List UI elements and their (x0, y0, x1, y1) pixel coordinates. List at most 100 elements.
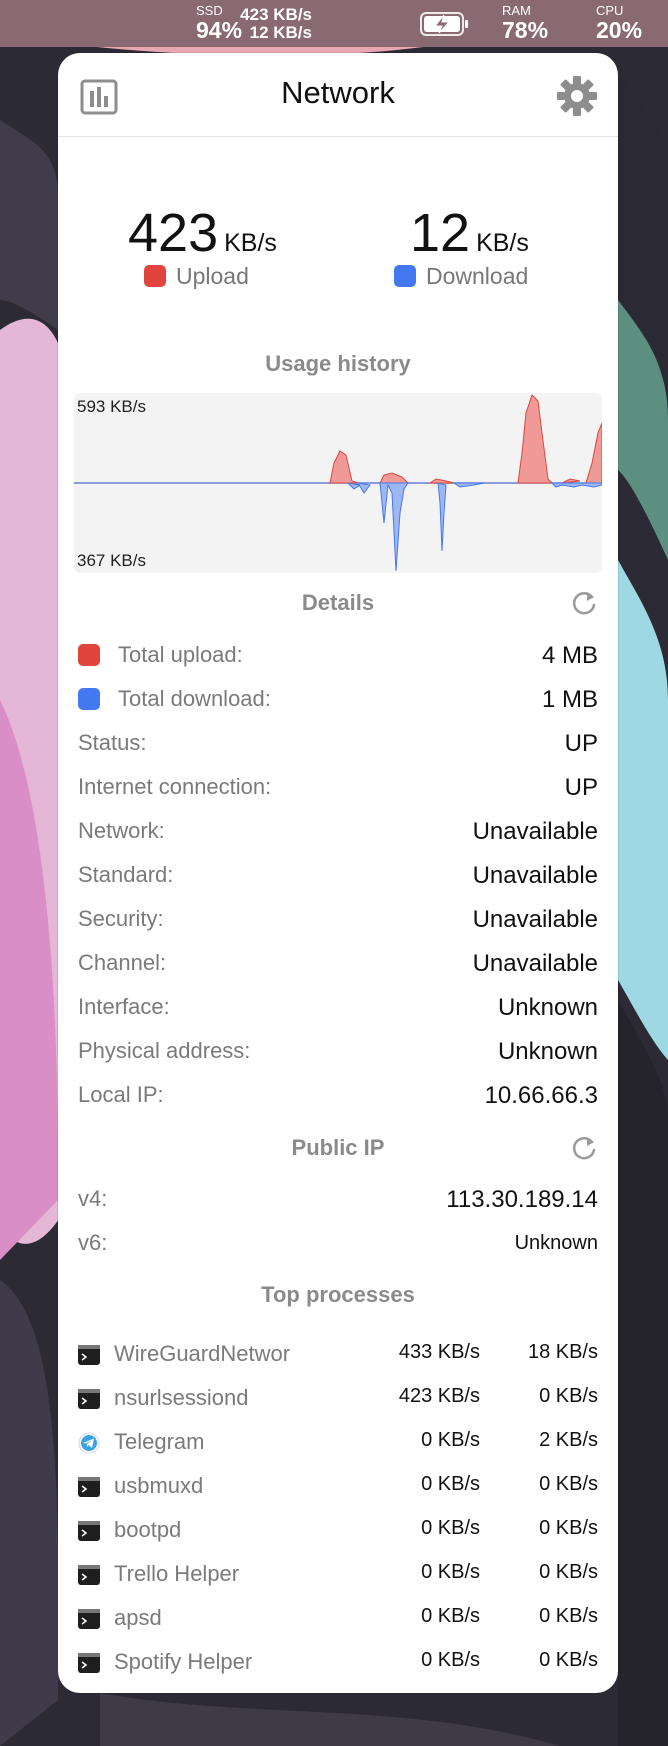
process-row[interactable]: usbmuxd 0 KB/s 0 KB/s (78, 1473, 598, 1505)
detail-row-local-ip: Local IP: 10.66.66.3 (78, 1082, 598, 1114)
process-download: 0 KB/s (539, 1517, 598, 1539)
detail-value: UP (564, 730, 598, 757)
process-row[interactable]: Trello Helper 0 KB/s 0 KB/s (78, 1561, 598, 1593)
process-upload: 0 KB/s (421, 1517, 480, 1539)
cpu-value: 20% (596, 17, 643, 43)
process-name: Spotify Helper (114, 1649, 253, 1674)
process-row[interactable]: Telegram 0 KB/s 2 KB/s (78, 1429, 598, 1461)
battery-charging-icon[interactable] (420, 12, 470, 36)
public-ip-v6-row: v6: Unknown (78, 1230, 598, 1262)
menubar-network[interactable]: 423 KB/s 12 KB/s (240, 6, 312, 42)
process-row[interactable]: apsd 0 KB/s 0 KB/s (78, 1605, 598, 1637)
process-upload: 0 KB/s (421, 1561, 480, 1583)
refresh-icon[interactable] (570, 589, 598, 617)
upload-label: Upload (176, 263, 249, 289)
process-upload: 423 KB/s (398, 1385, 480, 1407)
public-ip-title: Public IP (291, 1135, 385, 1160)
detail-value: Unavailable (472, 862, 598, 889)
terminal-icon (78, 1565, 100, 1585)
detail-value: Unavailable (472, 818, 598, 845)
cpu-label: CPU (596, 3, 624, 18)
detail-value[interactable]: 10.66.66.3 (485, 1082, 598, 1110)
download-label: Download (426, 263, 529, 289)
process-download: 0 KB/s (539, 1649, 598, 1671)
detail-value: 4 MB (541, 642, 598, 669)
process-row[interactable]: WireGuardNetwor 433 KB/s 18 KB/s (78, 1341, 598, 1373)
public-ip-v4-row: v4: 113.30.189.14 (78, 1186, 598, 1218)
upload-speed: 423 KB/s Upload (128, 203, 378, 290)
detail-label: Local IP: (78, 1082, 164, 1107)
upload-color-swatch (144, 265, 166, 287)
terminal-icon (78, 1521, 100, 1541)
telegram-icon (78, 1432, 100, 1454)
menu-bar: SSD 94% 423 KB/s 12 KB/s RAM 78% CPU 20% (0, 0, 668, 47)
usage-history-chart: 593 KB/s 367 KB/s (74, 393, 602, 573)
detail-label: Security: (78, 906, 164, 931)
detail-row-total-upload: Total upload: 4 MB (78, 642, 598, 674)
detail-row-channel: Channel: Unavailable (78, 950, 598, 982)
detail-label: Total download: (118, 686, 271, 711)
top-processes-title: Top processes (261, 1282, 415, 1307)
process-download: 0 KB/s (539, 1473, 598, 1495)
usage-history-graph (74, 394, 602, 572)
upload-unit: KB/s (224, 229, 277, 257)
process-name: usbmuxd (114, 1473, 204, 1498)
popup-header: Network (58, 53, 618, 137)
terminal-icon (78, 1609, 100, 1629)
process-download: 18 KB/s (527, 1341, 598, 1363)
popup-title: Network (281, 75, 395, 110)
download-speed: 12 KB/s Download (394, 203, 618, 290)
menubar-cpu[interactable]: CPU 20% (596, 3, 643, 43)
process-row[interactable]: nsurlsessiond 423 KB/s 0 KB/s (78, 1385, 598, 1417)
process-upload: 0 KB/s (421, 1473, 480, 1495)
process-name: bootpd (114, 1517, 182, 1542)
terminal-icon (78, 1653, 100, 1673)
terminal-icon (78, 1345, 100, 1365)
process-row[interactable]: Spotify Helper 0 KB/s 0 KB/s (78, 1649, 598, 1681)
process-name: WireGuardNetwor (114, 1341, 291, 1366)
menubar-ssd[interactable]: SSD 94% (196, 4, 243, 43)
detail-label: Internet connection: (78, 774, 272, 799)
network-popup: Network 423 KB/s Upload 12 KB/s Download… (58, 53, 618, 1693)
process-name: Telegram (114, 1429, 205, 1454)
details-title: Details (301, 590, 375, 615)
detail-label: Interface: (78, 994, 170, 1019)
refresh-icon[interactable] (570, 1134, 598, 1162)
menubar-net-down: 12 KB/s (249, 23, 312, 42)
download-color-swatch (78, 688, 100, 710)
detail-label: Total upload: (118, 642, 243, 667)
detail-row-internet: Internet connection: UP (78, 774, 598, 806)
detail-label: Network: (78, 818, 165, 843)
menubar-ram[interactable]: RAM 78% (502, 4, 548, 43)
ssd-value: 94% (196, 17, 243, 43)
process-upload: 0 KB/s (421, 1649, 480, 1671)
upload-color-swatch (78, 644, 100, 666)
download-value: 12 (410, 203, 471, 263)
process-row[interactable]: bootpd 0 KB/s 0 KB/s (78, 1517, 598, 1549)
detail-value: Unavailable (472, 950, 598, 977)
menubar-net-up: 423 KB/s (240, 5, 312, 24)
download-color-swatch (394, 265, 416, 287)
ipv6-label: v6: (78, 1230, 108, 1255)
process-download: 0 KB/s (539, 1385, 598, 1407)
ipv4-value[interactable]: 113.30.189.14 (446, 1186, 598, 1214)
process-upload: 0 KB/s (421, 1429, 480, 1451)
detail-label: Physical address: (78, 1038, 251, 1063)
detail-label: Channel: (78, 950, 167, 975)
detail-value: 1 MB (541, 686, 598, 713)
gear-icon[interactable] (556, 75, 598, 117)
terminal-icon (78, 1477, 100, 1497)
detail-row-interface: Interface: Unknown (78, 994, 598, 1026)
terminal-icon (78, 1389, 100, 1409)
process-upload: 433 KB/s (398, 1341, 480, 1363)
detail-row-network: Network: Unavailable (78, 818, 598, 850)
detail-row-status: Status: UP (78, 730, 598, 762)
download-unit: KB/s (476, 229, 529, 257)
detail-row-total-download: Total download: 1 MB (78, 686, 598, 718)
detail-row-standard: Standard: Unavailable (78, 862, 598, 894)
ipv6-value[interactable]: Unknown (515, 1232, 598, 1255)
chart-bottom-label: 367 KB/s (77, 551, 146, 570)
detail-value: UP (564, 774, 598, 801)
detail-value: Unavailable (472, 906, 598, 933)
process-download: 0 KB/s (539, 1605, 598, 1627)
